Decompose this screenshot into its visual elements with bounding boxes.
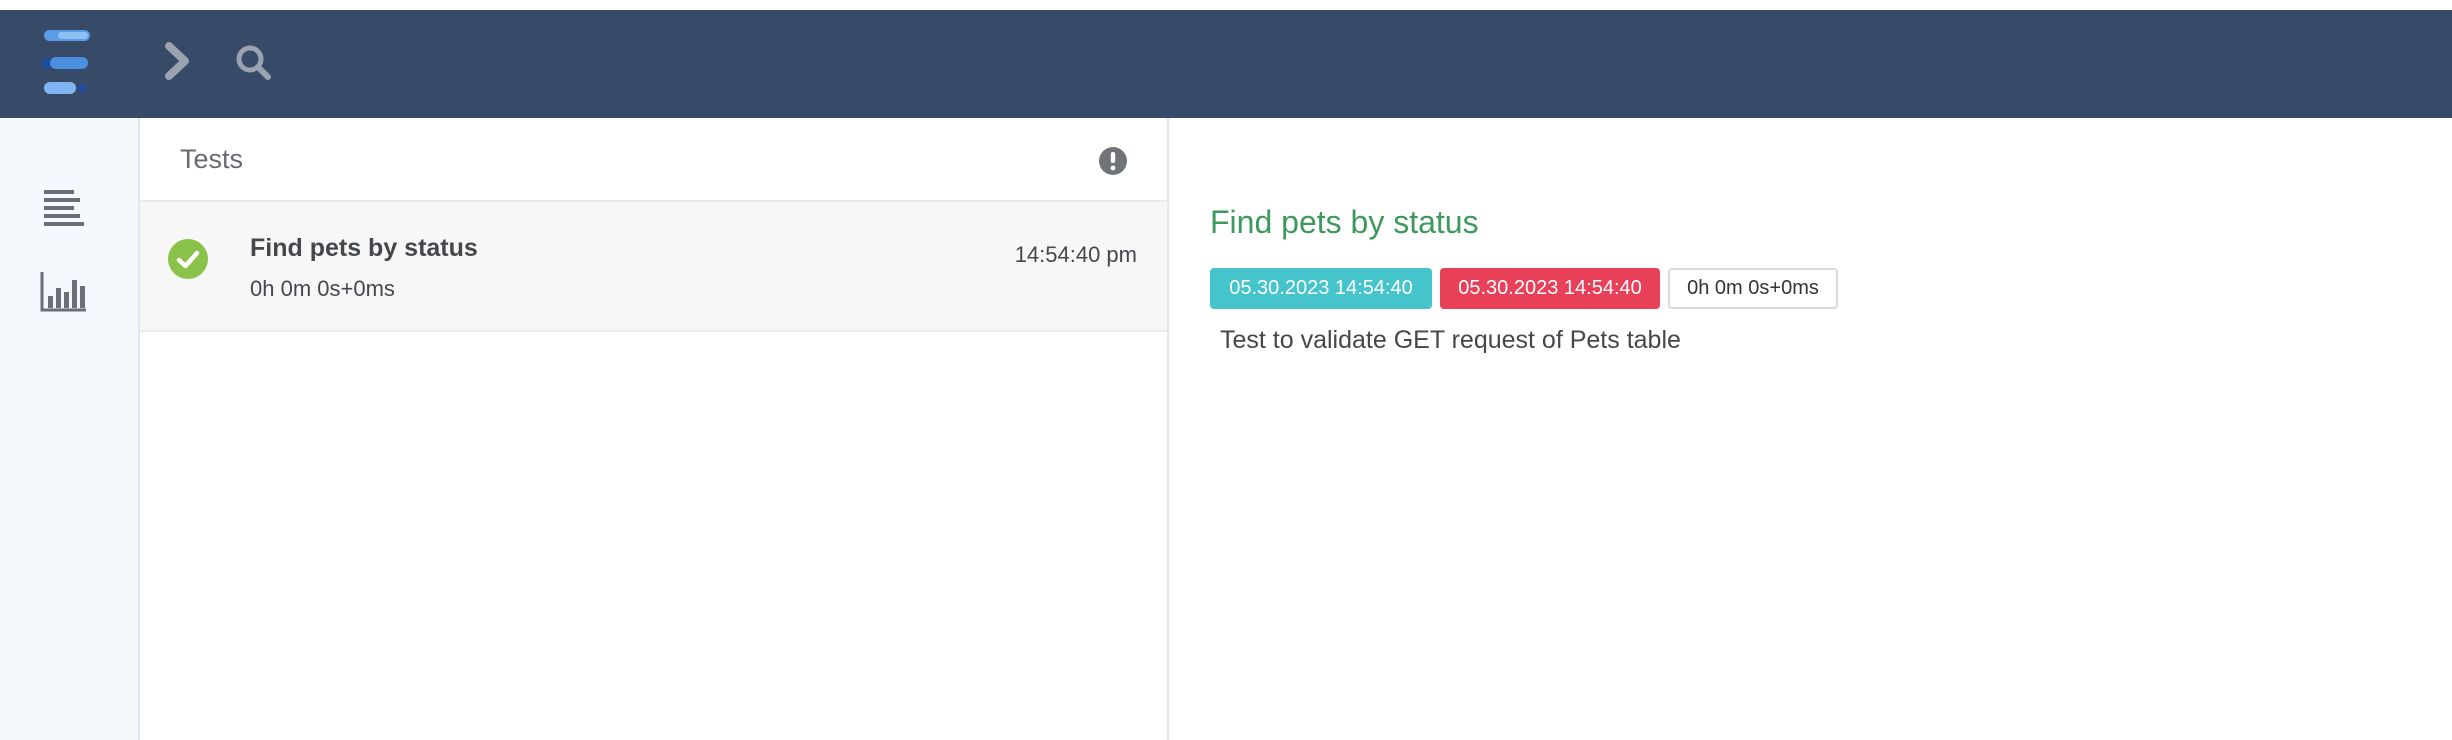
test-list-item[interactable]: Find pets by status 0h 0m 0s+0ms 14:54:4… [140, 202, 1167, 332]
test-time: 14:54:40 pm [1014, 242, 1137, 267]
detail-test-title: Find pets by status [1210, 204, 1479, 240]
test-detail-panel: Find pets by status 05.30.2023 14:54:40 … [1169, 118, 2452, 740]
test-description: Test to validate GET request of Pets tab… [1220, 326, 1681, 354]
detail-badges: 05.30.2023 14:54:40 05.30.2023 14:54:40 … [1210, 268, 1838, 309]
tests-panel-header: Tests [140, 118, 1167, 202]
search-icon[interactable] [234, 44, 274, 82]
list-icon[interactable] [40, 184, 90, 228]
top-navbar [0, 0, 2452, 118]
exclamation-circle-icon[interactable] [1098, 146, 1128, 176]
check-circle-icon [168, 239, 208, 279]
start-time-badge: 05.30.2023 14:54:40 [1210, 268, 1432, 309]
end-time-badge: 05.30.2023 14:54:40 [1440, 268, 1660, 309]
tests-panel-title: Tests [180, 144, 244, 174]
tests-panel: Tests Find pets by status 0h 0m 0s+0ms 1… [140, 118, 1169, 740]
bar-chart-icon[interactable] [40, 270, 90, 314]
navbar-background [0, 10, 2452, 118]
left-sidebar [0, 118, 140, 740]
chevron-right-icon[interactable] [160, 40, 194, 82]
extent-logo-icon[interactable] [40, 28, 100, 100]
test-name: Find pets by status [250, 234, 478, 262]
test-duration: 0h 0m 0s+0ms [250, 276, 395, 301]
duration-badge: 0h 0m 0s+0ms [1668, 268, 1838, 309]
